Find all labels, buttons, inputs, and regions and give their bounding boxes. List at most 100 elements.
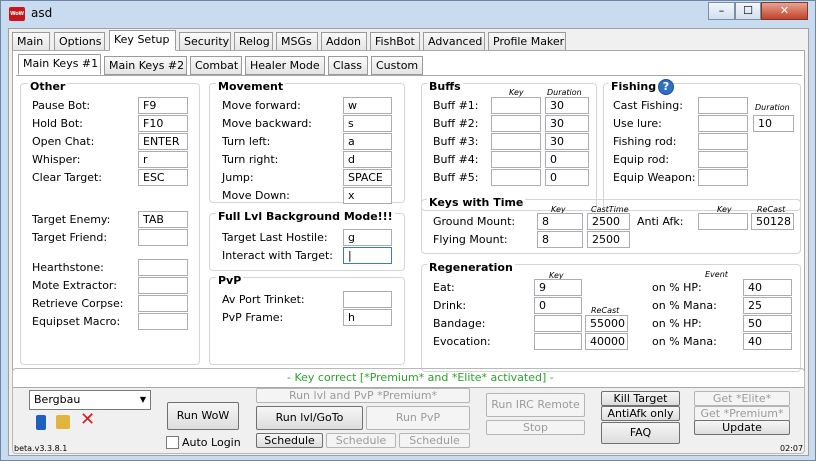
schedule-button-2[interactable]: Schedule [326,433,396,448]
target-friend-input[interactable] [138,229,188,246]
buff-1-key-input[interactable] [491,97,541,114]
clock-label: 02:07 [780,444,804,453]
move-backward-input[interactable]: s [343,115,392,132]
subtab-class[interactable]: Class [328,56,368,75]
flying-mount-cast-input[interactable]: 2500 [587,231,630,248]
tab-main[interactable]: Main [12,32,50,51]
buff-2-key-input[interactable] [491,115,541,132]
turn-right-input[interactable]: d [343,151,392,168]
eat-key-input[interactable]: 9 [534,279,582,296]
equip-rod-input[interactable] [698,151,748,168]
run-wow-button[interactable]: Run WoW [167,402,239,430]
av-port-trinket-input[interactable] [343,291,392,308]
pvp-frame-input[interactable]: h [343,309,392,326]
buff-4-key-input[interactable] [491,151,541,168]
buff-4-duration-input[interactable]: 0 [545,151,589,168]
run-pvp-button[interactable]: Run PvP [366,406,470,430]
buff-5-duration-input[interactable]: 0 [545,169,589,186]
hold-bot-input[interactable]: F10 [138,115,188,132]
tab-fishbot[interactable]: FishBot [370,32,420,51]
target-last-hostile-input[interactable]: g [343,229,392,246]
evocation-key-input[interactable] [534,333,582,350]
faq-button[interactable]: FAQ [601,422,680,444]
interact-target-input[interactable]: | [343,247,392,264]
tab-options[interactable]: Options [54,32,105,51]
subtab-main-keys-1[interactable]: Main Keys #1 [18,54,101,75]
buff-2-duration-input[interactable]: 30 [545,115,589,132]
bandage-recast-input[interactable]: 55000 [585,315,628,332]
buff-3-duration-input[interactable]: 30 [545,133,589,150]
pvp-title: PvP [216,274,244,287]
buff-3-key-input[interactable] [491,133,541,150]
antiafk-only-button[interactable]: AntiAfk only [601,406,680,421]
help-icon[interactable]: ? [658,79,674,95]
anti-afk-recast-input[interactable]: 50128 [751,213,794,230]
tab-relog[interactable]: Relog [234,32,273,51]
get-elite-button[interactable]: Get *Elite* [694,391,790,406]
pause-bot-input[interactable]: F9 [138,97,188,114]
eat-event-input[interactable]: 40 [743,279,792,296]
cast-fishing-label: Cast Fishing: [613,99,683,112]
profile-select[interactable]: Bergbau ▼ [29,390,151,410]
anti-afk-key-input[interactable] [698,213,748,230]
subtab-custom[interactable]: Custom [371,56,423,75]
use-lure-duration-input[interactable]: 10 [753,115,794,132]
open-chat-input[interactable]: ENTER [138,133,188,150]
buff-1-duration-input[interactable]: 30 [545,97,589,114]
subtab-main-keys-2[interactable]: Main Keys #2 [104,56,187,75]
maximize-button[interactable]: ☐ [735,2,761,20]
run-lvl-pvp-button[interactable]: Run lvl and PvP *Premium* [256,388,470,403]
tab-profile-maker[interactable]: Profile Maker [488,32,566,51]
buff-5-key-input[interactable] [491,169,541,186]
evocation-recast-input[interactable]: 40000 [585,333,628,350]
schedule-button-3[interactable]: Schedule [399,433,470,448]
mote-extractor-input[interactable] [138,277,188,294]
minimize-button[interactable]: – [708,2,735,20]
auto-login-checkbox[interactable] [166,436,179,449]
move-down-input[interactable]: x [343,187,392,204]
subtab-combat[interactable]: Combat [190,56,242,75]
buff-1-label: Buff #1: [433,99,479,112]
save-icon[interactable] [36,415,46,430]
fishing-rod-input[interactable] [698,133,748,150]
turn-left-input[interactable]: a [343,133,392,150]
mote-extractor-label: Mote Extractor: [32,279,117,292]
drink-key-input[interactable]: 0 [534,297,582,314]
run-lvl-goto-button[interactable]: Run lvl/GoTo [256,406,363,430]
schedule-button-1[interactable]: Schedule [256,433,323,448]
tab-security[interactable]: Security [179,32,231,51]
move-forward-input[interactable]: w [343,97,392,114]
target-enemy-input[interactable]: TAB [138,211,188,228]
tab-key-setup[interactable]: Key Setup [109,30,176,51]
update-button[interactable]: Update [694,420,790,435]
stop-button[interactable]: Stop [486,420,585,435]
equipset-macro-input[interactable] [138,313,188,330]
buffs-key-header: Key [509,88,524,97]
delete-icon[interactable]: ✕ [80,411,96,429]
evocation-event-input[interactable]: 40 [743,333,792,350]
bandage-event-input[interactable]: 50 [743,315,792,332]
retrieve-corpse-input[interactable] [138,295,188,312]
run-irc-remote-button[interactable]: Run IRC Remote [486,393,585,417]
subtab-healer-mode[interactable]: Healer Mode [245,56,325,75]
use-lure-input[interactable] [698,115,748,132]
kill-target-button[interactable]: Kill Target [601,391,680,406]
tab-addon[interactable]: Addon [321,32,367,51]
jump-input[interactable]: SPACE [343,169,392,186]
ground-mount-cast-input[interactable]: 2500 [587,213,630,230]
clear-target-input[interactable]: ESC [138,169,188,186]
close-button[interactable]: ✕ [761,2,808,20]
ground-mount-key-input[interactable]: 8 [537,213,583,230]
equip-weapon-input[interactable] [698,169,748,186]
bandage-key-input[interactable] [534,315,582,332]
folder-icon[interactable] [56,415,70,429]
tab-msgs[interactable]: MSGs [276,32,318,51]
get-premium-button[interactable]: Get *Premium* [694,406,790,421]
cast-fishing-input[interactable] [698,97,748,114]
whisper-input[interactable]: r [138,151,188,168]
drink-event-input[interactable]: 25 [743,297,792,314]
flying-mount-key-input[interactable]: 8 [537,231,583,248]
tab-advanced[interactable]: Advanced [423,32,485,51]
hearthstone-input[interactable] [138,259,188,276]
buff-4-label: Buff #4: [433,153,479,166]
